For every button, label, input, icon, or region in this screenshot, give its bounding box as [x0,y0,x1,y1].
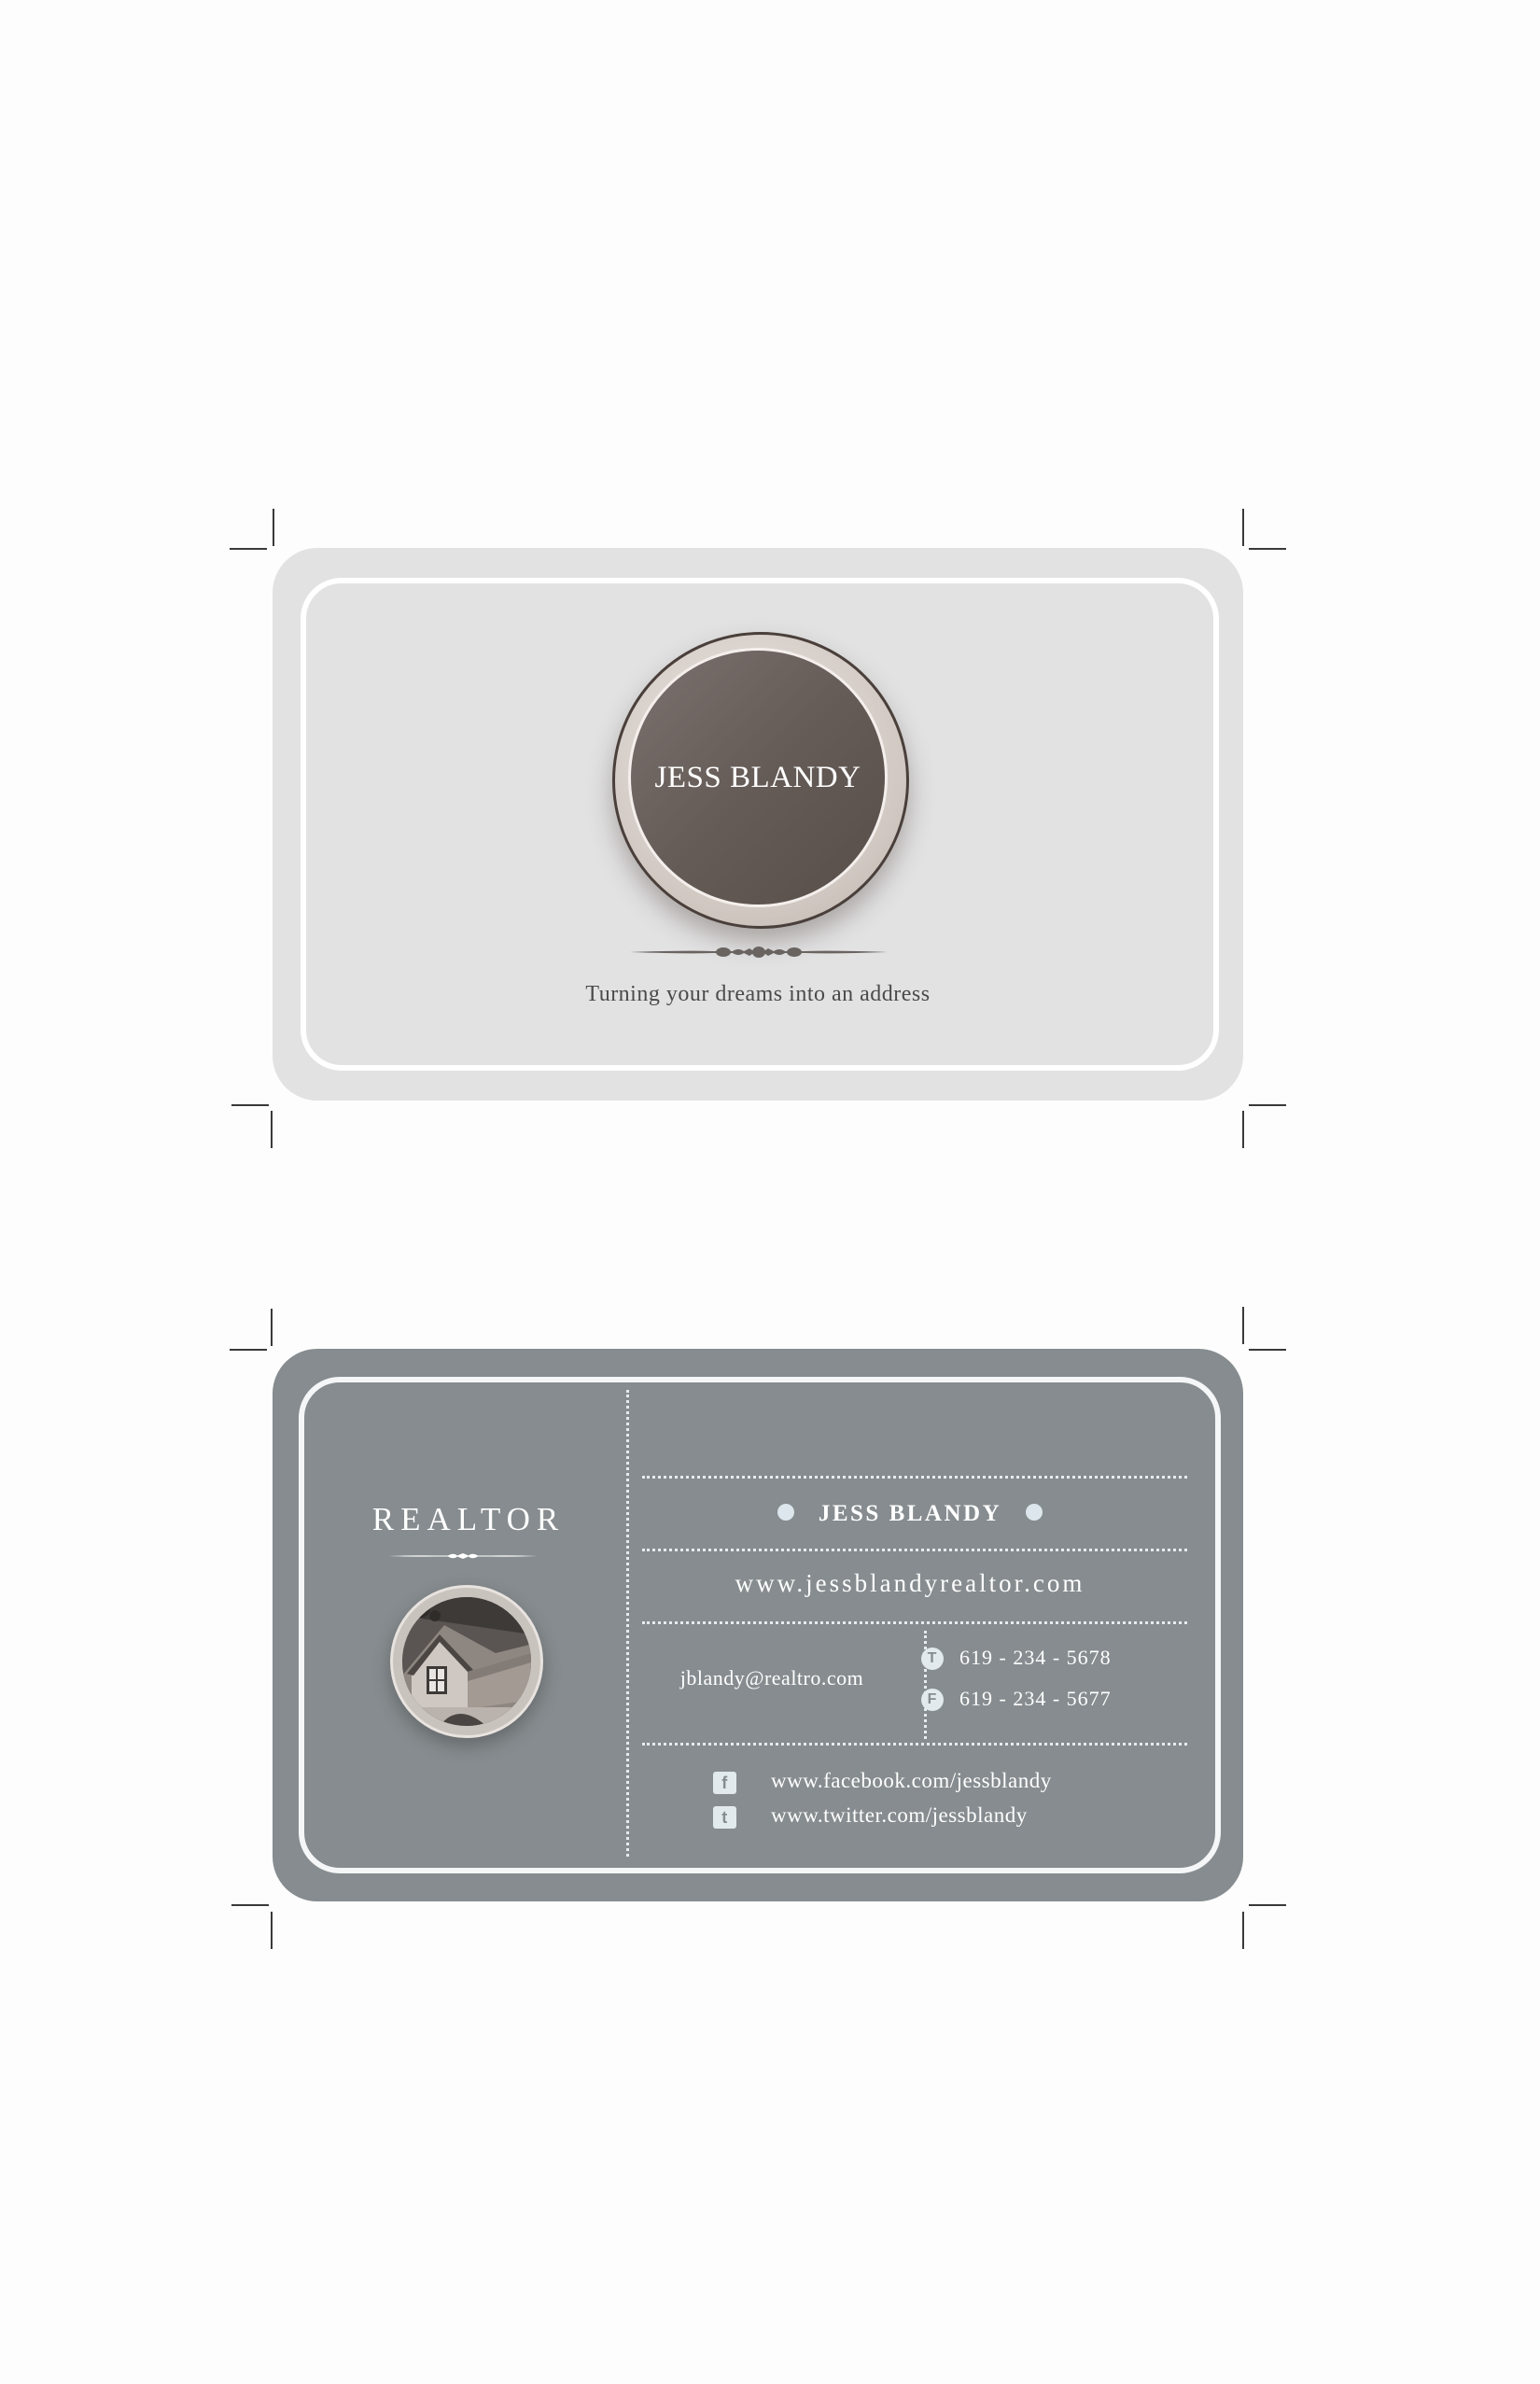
bullet-dot [777,1504,794,1522]
name-badge-inner: JESS BLANDY [628,648,888,907]
twitter-link[interactable]: t www.twitter.com/jessblandy [713,1803,1028,1829]
dotted-divider-vertical [924,1631,927,1739]
job-title: REALTOR [371,1501,566,1537]
contact-name: JESS BLANDY [818,1501,1002,1526]
facebook-url[interactable]: www.facebook.com/jessblandy [771,1769,1052,1792]
business-card-back: REALTOR JESS BLANDY www.jessblandyrealto… [273,1349,1243,1901]
twitter-icon: t [713,1806,736,1829]
crop-mark [271,1309,273,1346]
crop-mark [1249,1904,1286,1906]
phone-number: T 619 - 234 - 5678 [921,1646,1112,1670]
house-photo [402,1597,531,1726]
crop-mark [1249,1104,1286,1106]
contact-name-row: JESS BLANDY [644,1501,1176,1527]
email-link[interactable]: jblandy@realtro.com [646,1666,898,1690]
house-photo-frame [390,1585,543,1738]
ornament-divider [388,1553,538,1559]
dotted-divider [642,1621,1187,1624]
facebook-link[interactable]: f www.facebook.com/jessblandy [713,1769,1052,1794]
fax-icon: F [921,1689,944,1711]
crop-mark [231,1104,269,1106]
crop-mark [1242,1307,1244,1344]
facebook-icon: f [713,1772,736,1794]
crop-mark [271,1912,273,1949]
badge-name: JESS BLANDY [654,761,861,794]
crop-mark [1249,548,1286,550]
crop-mark [273,509,274,546]
dotted-divider [642,1549,1187,1551]
name-badge: JESS BLANDY [612,632,909,929]
ornament-divider [630,947,888,958]
crop-mark [230,1349,267,1351]
tagline: Turning your dreams into an address [585,982,931,1006]
crop-mark [230,548,267,550]
crop-mark [1249,1349,1286,1351]
dotted-divider-vertical [626,1390,629,1857]
crop-mark [1242,1912,1244,1949]
crop-mark [271,1111,273,1148]
telephone-icon: T [921,1648,944,1670]
crop-mark [231,1904,269,1906]
business-card-front: JESS BLANDY Turning your dreams into an … [273,548,1243,1101]
fax-number-text: 619 - 234 - 5677 [959,1687,1112,1710]
twitter-url[interactable]: www.twitter.com/jessblandy [771,1803,1028,1827]
fax-number: F 619 - 234 - 5677 [921,1687,1112,1711]
crop-mark [1242,1111,1244,1148]
crop-mark [1242,509,1244,546]
website-link[interactable]: www.jessblandyrealtor.com [644,1569,1176,1598]
phone-number-text: 619 - 234 - 5678 [959,1646,1112,1669]
dotted-divider [642,1476,1187,1479]
bullet-dot [1026,1504,1043,1522]
dotted-divider [642,1743,1187,1746]
